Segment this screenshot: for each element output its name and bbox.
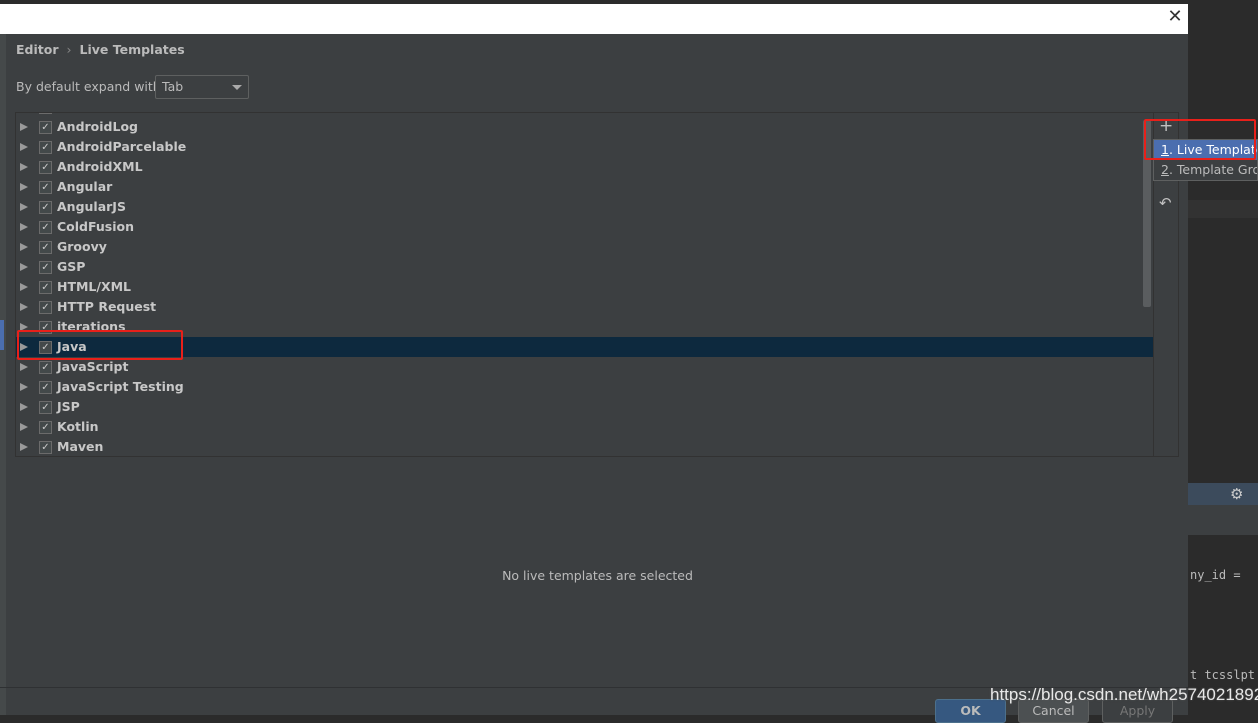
tree-row[interactable]: ✓ GSP [16,257,1154,277]
group-label: JavaScript [57,359,129,374]
expand-triangle-icon[interactable] [20,423,28,431]
expand-triangle-icon[interactable] [20,263,28,271]
tree-row[interactable]: ✓ HTML/XML [16,277,1154,297]
checkbox[interactable]: ✓ [39,241,52,254]
expand-triangle-icon[interactable] [20,283,28,291]
checkbox[interactable]: ✓ [39,221,52,234]
annotation-box-java [17,330,183,360]
watermark: https://blog.csdn.net/wh2574021892 [990,685,1258,704]
tree-row[interactable]: ✓ Kotlin [16,417,1154,437]
group-label: HTTP Request [57,299,157,314]
expand-triangle-icon[interactable] [20,183,28,191]
group-label: AndroidLog [57,119,139,134]
checkbox[interactable]: ✓ [39,301,52,314]
empty-state-text: No live templates are selected [502,568,693,583]
chevron-down-icon [232,85,242,90]
tree-row[interactable]: ✓ JavaScript Testing [16,377,1154,397]
group-label: GSP [57,259,86,274]
checkbox[interactable]: ✓ [39,281,52,294]
gear-icon[interactable]: ⚙ [1230,485,1243,503]
group-label: HTML/XML [57,279,131,294]
group-label: AndroidXML [57,159,143,174]
expand-triangle-icon[interactable] [20,163,28,171]
group-label: AngularJS [57,199,126,214]
group-label: Kotlin [57,419,99,434]
checkbox[interactable]: ✓ [39,381,52,394]
expand-triangle-icon[interactable] [20,443,28,451]
tree-row[interactable]: ✓ Maven [16,437,1154,456]
group-label: ColdFusion [57,219,135,234]
breadcrumb-separator: › [66,42,72,57]
group-label: JavaScript Testing [57,379,184,394]
background-panel-toolbar [1188,505,1258,535]
tree-row[interactable]: ✓ iterations [16,317,1154,337]
tree-row[interactable]: ✓ AndroidXML [16,157,1154,177]
menu-item-label: . Template Group... [1168,162,1257,177]
settings-sidebar-edge [0,34,6,715]
tree-row[interactable]: ✓ AndroidLog [16,117,1154,137]
checkbox[interactable]: ✓ [39,121,52,134]
group-label: Maven [57,439,104,454]
checkbox[interactable]: ✓ [39,201,52,214]
breadcrumb-parent[interactable]: Editor [16,42,59,57]
tree-row[interactable]: ✓ AngularJS [16,197,1154,217]
expand-triangle-icon[interactable] [20,383,28,391]
close-button[interactable]: ✕ [1166,6,1184,30]
background-code-line: t tcsslpt [1190,668,1256,682]
template-groups-tree[interactable]: ✓ AndroidLog ✓ AndroidParcelable ✓ AndroidXML… [15,112,1179,457]
expand-triangle-icon[interactable] [20,363,28,371]
expand-triangle-icon[interactable] [20,143,28,151]
expand-triangle-icon[interactable] [20,403,28,411]
checkbox[interactable]: ✓ [39,361,52,374]
group-label: Groovy [57,239,107,254]
tree-row[interactable]: ✓ ColdFusion [16,217,1154,237]
expand-with-value: Tab [162,79,184,94]
background-tool-panel-header [1188,483,1258,505]
checkbox[interactable]: ✓ [39,161,52,174]
checkbox[interactable]: ✓ [39,401,52,414]
tree-row[interactable]: ✓ Angular [16,177,1154,197]
background-code-line: ny_id = [1190,568,1241,582]
checkbox[interactable]: ✓ [39,441,52,454]
expand-triangle-icon[interactable] [20,223,28,231]
checkbox[interactable]: ✓ [39,141,52,154]
checkbox[interactable]: ✓ [39,261,52,274]
checkbox[interactable]: ✓ [39,181,52,194]
group-label: JSP [57,399,80,414]
group-label: Angular [57,179,113,194]
menu-item-template-group[interactable]: 2. Template Group... [1154,160,1257,180]
checkbox[interactable]: ✓ [39,421,52,434]
tree-row[interactable]: ✓ JSP [16,397,1154,417]
expand-triangle-icon[interactable] [20,303,28,311]
tree-row[interactable]: ✓ JavaScript [16,357,1154,377]
checkbox [39,113,52,114]
mnemonic: 2 [1161,162,1169,177]
background-editor-strip [1188,200,1258,218]
dialog-title-bar [0,4,1188,34]
tree-row[interactable]: ✓ Groovy [16,237,1154,257]
expand-triangle-icon[interactable] [20,203,28,211]
tree-row[interactable]: ✓ HTTP Request [16,297,1154,317]
tree-row[interactable]: ✓ AndroidParcelable [16,137,1154,157]
breadcrumb: Editor › Live Templates [16,42,185,57]
tree-row[interactable]: ✓ Java [16,337,1154,357]
expand-triangle-icon[interactable] [20,243,28,251]
group-label: AndroidParcelable [57,139,187,154]
sidebar-selection-marker [0,320,4,350]
revert-icon[interactable]: ↶ [1159,194,1172,212]
breadcrumb-current: Live Templates [79,42,185,57]
expand-with-label: By default expand with [16,79,161,94]
expand-with-select[interactable]: Tab [155,75,249,99]
annotation-box-add-menu [1144,119,1256,160]
expand-triangle-icon[interactable] [20,123,28,131]
